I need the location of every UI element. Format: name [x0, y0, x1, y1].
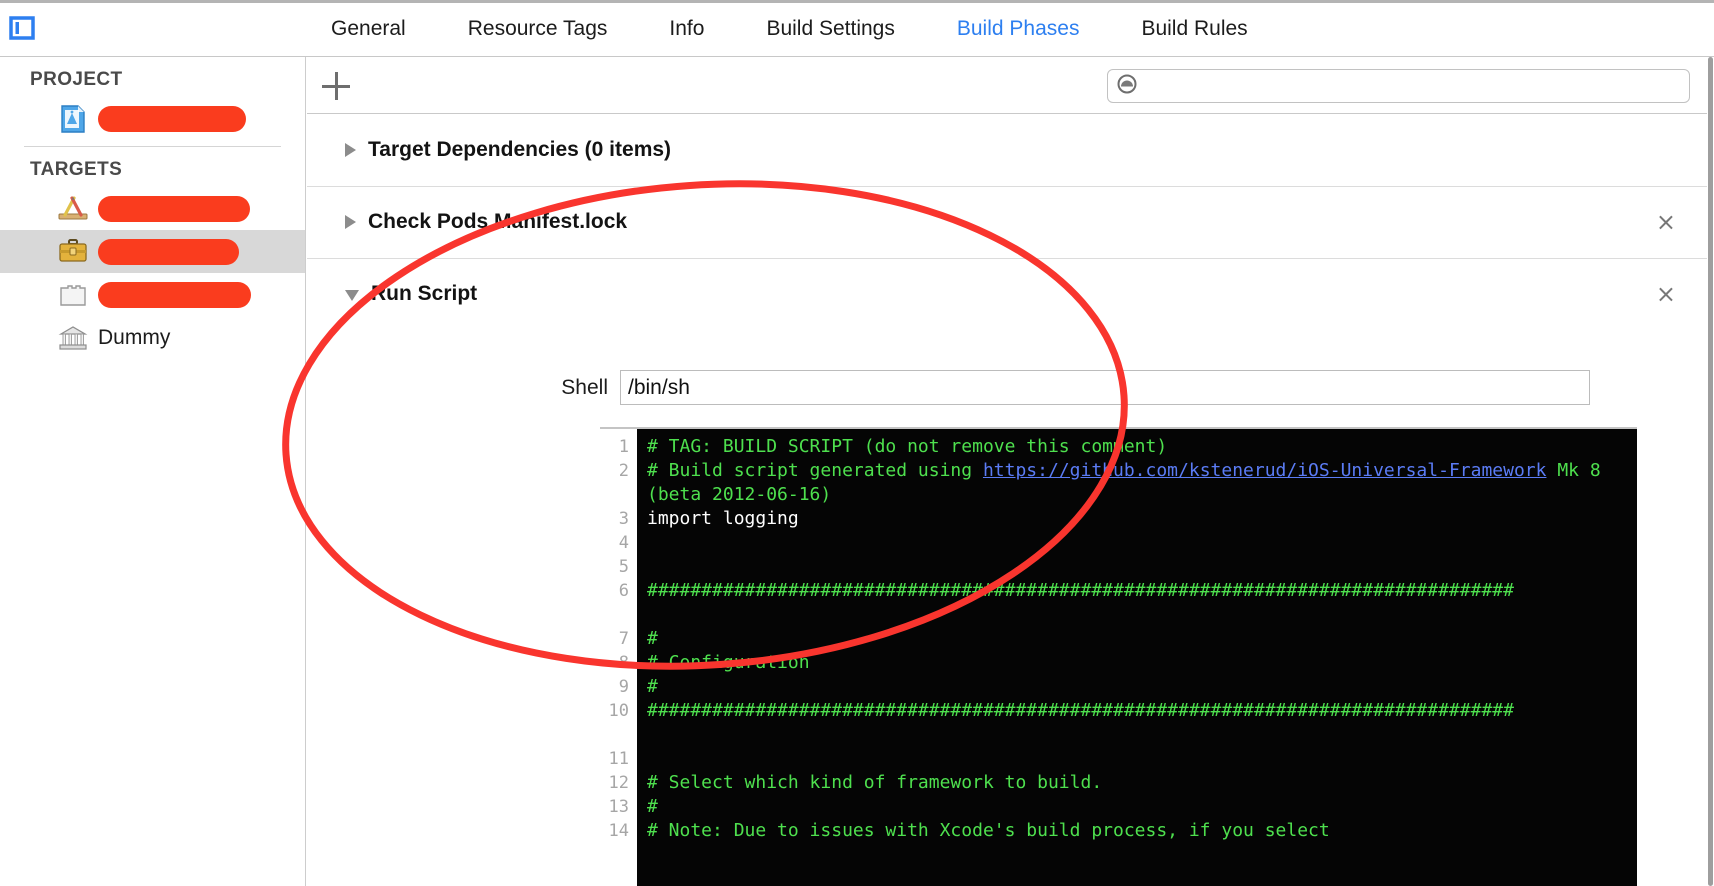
tab-info[interactable]: Info [638, 0, 735, 57]
bank-target-icon [56, 321, 90, 355]
app-target-icon [56, 192, 90, 226]
remove-phase-button[interactable]: × [1656, 282, 1676, 306]
tab-bar: General Resource Tags Info Build Setting… [0, 0, 1714, 57]
code-text: ########################################… [647, 700, 1514, 721]
phase-target-dependencies[interactable]: Target Dependencies (0 items) [307, 114, 1714, 187]
code-text: # Select which kind of framework to buil… [647, 772, 1103, 793]
chevron-right-icon[interactable] [345, 143, 356, 157]
line-number: 8 [618, 653, 629, 673]
code-line: # TAG: BUILD SCRIPT (do not remove this … [647, 435, 1637, 459]
code-text: # Configuration [647, 652, 810, 673]
add-build-phase-button[interactable] [319, 69, 353, 103]
editor-tabs: General Resource Tags Info Build Setting… [300, 0, 1279, 57]
sidebar-item-target-bundle[interactable] [0, 273, 305, 316]
sidebar-item-label [98, 195, 250, 222]
phase-run-script-header[interactable]: Run Script × [307, 258, 1714, 330]
code-line: ########################################… [647, 699, 1637, 747]
phase-title: Run Script [371, 282, 478, 305]
chevron-down-icon[interactable] [345, 290, 359, 301]
code-text: # [647, 676, 658, 697]
remove-phase-button[interactable]: × [1656, 210, 1676, 234]
phase-title: Target Dependencies (0 items) [368, 138, 672, 161]
code-text: import logging [647, 508, 799, 529]
line-number: 14 [608, 821, 629, 841]
code-text: # Build script generated using [647, 460, 983, 481]
shell-row: Shell [307, 370, 1714, 405]
vertical-scrollbar[interactable] [1707, 57, 1714, 886]
project-navigator-sidebar[interactable]: PROJECT TARGETS Dummy [0, 57, 306, 886]
code-line: # [647, 627, 1637, 651]
code-line: # Note: Due to issues with Xcode's build… [647, 819, 1637, 843]
code-line: # Select which kind of framework to buil… [647, 771, 1637, 795]
sidebar-item-target-app[interactable] [0, 187, 305, 230]
code-line: # Build script generated using https://g… [647, 459, 1637, 507]
filter-field[interactable] [1107, 69, 1690, 103]
code-text: ########################################… [647, 580, 1514, 601]
line-number: 12 [608, 773, 629, 793]
tab-build-settings[interactable]: Build Settings [735, 0, 925, 57]
sidebar-item-label [98, 238, 239, 265]
tab-general[interactable]: General [300, 0, 437, 57]
shell-label: Shell [561, 375, 608, 399]
xcode-project-icon [56, 102, 90, 136]
shell-input[interactable] [620, 370, 1590, 405]
line-number: 5 [618, 557, 629, 577]
sidebar-section-targets: TARGETS [30, 159, 123, 180]
line-number: 3 [618, 509, 629, 529]
tab-build-rules[interactable]: Build Rules [1110, 0, 1278, 57]
tab-resource-tags[interactable]: Resource Tags [437, 0, 639, 57]
line-number: 10 [608, 701, 629, 721]
sidebar-item-target-framework[interactable] [0, 230, 305, 273]
line-number: 1 [618, 437, 629, 457]
code-text: # TAG: BUILD SCRIPT (do not remove this … [647, 436, 1168, 457]
code-text: # [647, 796, 658, 817]
code-line: ########################################… [647, 579, 1637, 627]
sidebar-item-target-dummy[interactable]: Dummy [0, 316, 305, 359]
tab-build-phases[interactable]: Build Phases [926, 0, 1111, 57]
scrollbar-thumb[interactable] [1708, 57, 1713, 886]
panel-toggle-icon[interactable] [8, 14, 36, 42]
line-number: 13 [608, 797, 629, 817]
build-phases-pane: Target Dependencies (0 items) Check Pods… [307, 57, 1714, 886]
sidebar-section-project: PROJECT [30, 69, 123, 90]
line-number-continuation: . [600, 483, 629, 507]
phase-title: Check Pods Manifest.lock [368, 210, 628, 233]
code-line: import logging [647, 507, 1637, 531]
code-line: # [647, 795, 1637, 819]
toolbox-target-icon [56, 235, 90, 269]
bundle-target-icon [56, 278, 90, 312]
line-number-continuation: . [600, 723, 629, 747]
sidebar-item-label: Dummy [98, 325, 171, 349]
line-number: 11 [608, 749, 629, 769]
line-number: 7 [618, 629, 629, 649]
line-number-gutter: 12.3456.78910.11121314 [600, 429, 637, 886]
code-text: # Note: Due to issues with Xcode's build… [647, 820, 1330, 841]
line-number: 4 [618, 533, 629, 553]
code-line: # Configuration [647, 651, 1637, 675]
script-editor[interactable]: 12.3456.78910.11121314 # TAG: BUILD SCRI… [600, 427, 1637, 886]
line-number: 6 [618, 581, 629, 601]
code-line: # [647, 675, 1637, 699]
sidebar-item-project[interactable] [0, 97, 305, 140]
line-number: 2 [618, 461, 629, 481]
phase-run-script: Run Script × Shell 12.3456.78910.1112131… [307, 258, 1714, 886]
script-code-area[interactable]: # TAG: BUILD SCRIPT (do not remove this … [637, 429, 1637, 886]
line-number: 9 [618, 677, 629, 697]
phase-check-pods-manifest[interactable]: Check Pods Manifest.lock × [307, 186, 1714, 259]
phases-toolbar [307, 57, 1714, 114]
sidebar-item-label [98, 281, 251, 308]
filter-icon [1116, 73, 1138, 100]
line-number-continuation: . [600, 603, 629, 627]
chevron-right-icon[interactable] [345, 215, 356, 229]
code-link[interactable]: https://github.com/kstenerud/iOS-Univers… [983, 460, 1547, 481]
filter-input[interactable] [1144, 77, 1689, 95]
sidebar-item-label [98, 105, 246, 132]
code-text: # [647, 628, 658, 649]
